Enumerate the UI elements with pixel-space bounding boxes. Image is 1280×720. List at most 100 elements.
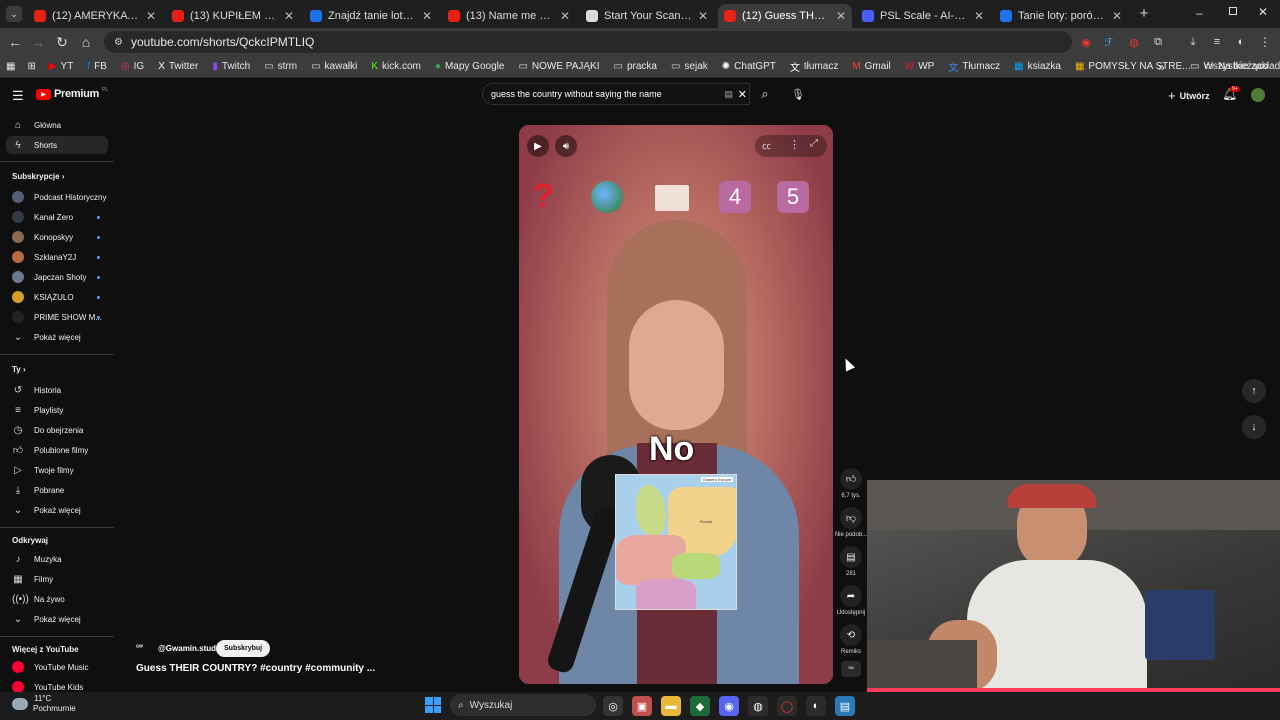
next-short-button[interactable]: ↓ (1242, 415, 1266, 439)
channel-name[interactable]: @Gwamin.studio (158, 644, 223, 653)
sidebar-subscription[interactable]: SzklanaY2J (6, 248, 108, 266)
browser-tab[interactable]: (13) Name me a country t ✕ (442, 4, 576, 28)
keyboard-icon[interactable]: ▤ (724, 89, 733, 100)
tab-close-icon[interactable]: ✕ (836, 9, 846, 23)
sidebar-item-shorts[interactable]: ϟ Shorts (6, 136, 108, 154)
dislike-action[interactable]: 👎︎ Nie podob... (835, 507, 867, 538)
bookmark-item[interactable]: ● Mapy Google (428, 61, 512, 72)
reading-list-icon[interactable]: ≡ (1205, 30, 1229, 54)
reload-icon[interactable]: ↻ (50, 30, 74, 54)
browser-tab[interactable]: (12) AMERYKA ŚCIĄGA PO ✕ (28, 4, 162, 28)
all-bookmarks[interactable]: ▭ Wszystkie zakładki (1183, 61, 1280, 72)
create-button[interactable]: + Utwórz (1168, 88, 1210, 103)
copilot-icon[interactable]: ◎ (603, 696, 623, 716)
subscriptions-header[interactable]: Subskrypcje › (12, 172, 64, 181)
bookmark-item[interactable]: W WP (898, 61, 942, 72)
weather-icon[interactable] (12, 698, 28, 710)
browser-tab[interactable]: (13) KUPIŁEM DOM! - You ✕ (166, 4, 300, 28)
sidebar-subscription[interactable]: Kanał Zero (6, 208, 108, 226)
show-more-you[interactable]: ⌄ Pokaż więcej (6, 501, 108, 519)
apps-icon[interactable]: ▦ (0, 61, 21, 72)
bookmark-item[interactable]: ▭ strm (257, 61, 304, 72)
sidebar-item-playlist[interactable]: ≡ Playlisty (6, 401, 108, 419)
obs-icon[interactable]: ◐ (806, 696, 826, 716)
remix-action[interactable]: ⟲ Remiks (840, 624, 862, 655)
tab-close-icon[interactable]: ✕ (422, 9, 432, 23)
back-icon[interactable]: ← (3, 30, 27, 54)
bookmark-item[interactable]: ▦ POMYSŁY NA STRE... (1068, 61, 1198, 72)
sidebar-subscription[interactable]: PRIME SHOW M... (6, 308, 108, 326)
bookmark-item[interactable]: ◎ IG (114, 61, 151, 72)
tab-close-icon[interactable]: ✕ (974, 9, 984, 23)
sidebar-youtube-app[interactable]: YouTube Music (6, 658, 108, 676)
download-icon[interactable]: ⤓ (1181, 30, 1205, 54)
browser-tab[interactable]: Znajdź tanie loty z: Krakó ✕ (304, 4, 438, 28)
sound-thumbnail[interactable]: ᴳᵂ (841, 661, 861, 677)
discord-icon[interactable]: ◉ (719, 696, 739, 716)
sidebar-subscription[interactable]: Japczan Shoty (6, 268, 108, 286)
bookmark-item[interactable]: ▮ Twitch (205, 61, 257, 72)
previous-short-button[interactable]: ↑ (1242, 379, 1266, 403)
bookmark-item[interactable]: X Twitter (151, 61, 205, 72)
subscribe-button[interactable]: Subskrybuj (216, 640, 271, 657)
like-icon[interactable]: 👍︎ (840, 468, 862, 490)
tab-close-icon[interactable]: ✕ (698, 9, 708, 23)
extensions-puzzle-icon[interactable]: ⧉ (1146, 30, 1170, 54)
bookmark-item[interactable]: ▭ kawałki (304, 61, 364, 72)
browser-tab[interactable]: Tanie loty: porównaj i zar ✕ (994, 4, 1128, 28)
opera-icon[interactable]: ◯ (777, 696, 797, 716)
bookmark-item[interactable]: M Gmail (845, 61, 897, 72)
bookmark-item[interactable]: ▭ pracka (607, 61, 664, 72)
hamburger-menu-icon[interactable]: ☰ (12, 88, 24, 104)
show-more-subscriptions[interactable]: ⌄ Pokaż więcej (6, 328, 108, 346)
share-icon[interactable]: ➦ (840, 585, 862, 607)
notepad-icon[interactable]: ▤ (835, 696, 855, 716)
bookmark-item[interactable]: 文 tłumacz (783, 59, 845, 74)
taskbar-search-box[interactable]: ⌕ Wyszukaj (450, 694, 596, 716)
bookmark-item[interactable]: f FB (80, 61, 114, 72)
sidebar-item-film[interactable]: ▦ Filmy (6, 570, 108, 588)
clear-search-icon[interactable]: ✕ (738, 88, 747, 101)
restore-button[interactable] (1229, 7, 1237, 15)
voice-search-mic-icon[interactable]: 🎙︎ (788, 84, 808, 104)
sidebar-item-live[interactable]: ((•)) Na żywo (6, 590, 108, 608)
sidebar-item-like[interactable]: 👍︎ Polubione filmy (6, 441, 108, 459)
extension-icon[interactable]: ℱ (1097, 30, 1121, 54)
minimize-button[interactable]: – (1196, 6, 1210, 20)
show-more-explore[interactable]: ⌄ Pokaż więcej (6, 610, 108, 628)
browser-tab[interactable]: Start Your Scan | FaceIQ L ✕ (580, 4, 714, 28)
bookmark-item[interactable]: Kkick.com (364, 61, 428, 72)
bookmark-item[interactable]: ▭ NOWE PAJĄKI (511, 61, 606, 72)
browser-tab[interactable]: PSL Scale - AI-Powered F ✕ (856, 4, 990, 28)
forward-icon[interactable]: → (26, 30, 50, 54)
sidebar-item-video[interactable]: ▷ Twoje filmy (6, 461, 108, 479)
sidebar-subscription[interactable]: Konopskyy (6, 228, 108, 246)
photos-icon[interactable]: ▣ (632, 696, 652, 716)
sidebar-item-clock[interactable]: ◷ Do obejrzenia (6, 421, 108, 439)
chrome-icon[interactable]: ◍ (748, 696, 768, 716)
account-avatar[interactable] (1251, 88, 1265, 102)
share-action[interactable]: ➦ Udostępnij (837, 585, 865, 616)
record-extension-icon[interactable]: ◉ (1074, 30, 1098, 54)
you-header[interactable]: Ty › (12, 365, 26, 374)
dislike-icon[interactable]: 👎︎ (840, 507, 862, 529)
bookmark-item[interactable]: ▭ sejak (664, 61, 715, 72)
grid-icon[interactable]: ⊞ (21, 61, 41, 72)
short-title[interactable]: Guess THEIR COUNTRY? #country #community… (136, 663, 375, 674)
sidebar-item-history[interactable]: ↺ Historia (6, 381, 108, 399)
bookmark-item[interactable]: ✺ ChatGPT (715, 61, 783, 72)
tab-close-icon[interactable]: ✕ (1112, 9, 1122, 23)
tab-close-icon[interactable]: ✕ (146, 9, 156, 23)
close-window-button[interactable]: ✕ (1258, 5, 1268, 19)
sidebar-subscription[interactable]: Podcast Historyczny (6, 188, 108, 206)
tab-list-button[interactable]: ⌄ (6, 6, 22, 22)
like-action[interactable]: 👍︎ 6,7 tys. (840, 468, 862, 499)
sidebar-item-music[interactable]: ♪ Muzyka (6, 550, 108, 568)
captions-icon[interactable]: ㏄ (762, 139, 771, 152)
short-video-player[interactable]: ? 4 5 ▶ 🔊︎ ㏄ ⋮ ⤢ No Eastern Europe Russi… (519, 125, 833, 684)
sidebar-subscription[interactable]: KSIĄŻULO (6, 288, 108, 306)
channel-avatar[interactable]: ᴳᵂ (136, 641, 154, 655)
sidebar-item-download[interactable]: ⤓ Pobrane (6, 481, 108, 499)
youtube-logo[interactable]: ▶ Premium PL (36, 87, 108, 100)
shield-icon[interactable]: ◆ (690, 696, 710, 716)
